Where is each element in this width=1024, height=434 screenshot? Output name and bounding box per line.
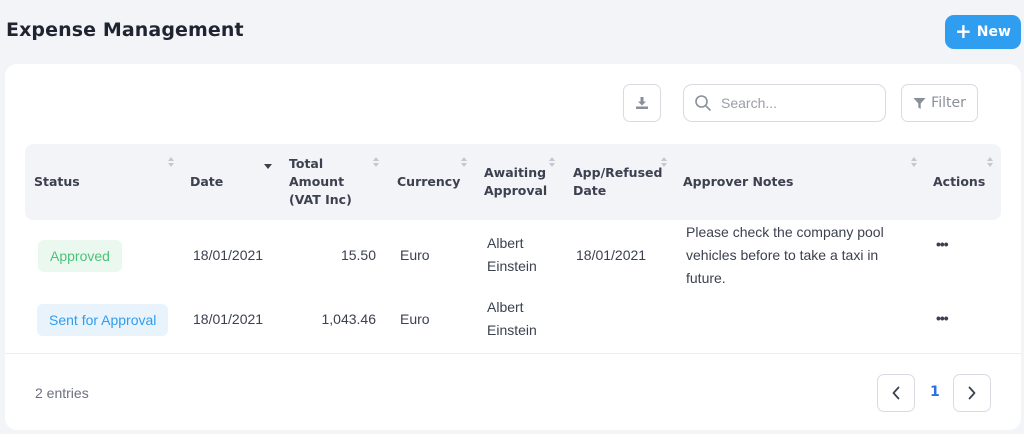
sort-icon[interactable] — [661, 157, 667, 167]
next-page-button[interactable] — [953, 374, 991, 412]
row-approver-notes: Please check the company pool vehicles b… — [686, 224, 884, 286]
divider — [5, 353, 1021, 354]
col-date[interactable]: Date — [190, 173, 223, 191]
expense-card: Filter Status Date Total Amount (VAT Inc… — [5, 64, 1021, 430]
sort-icon[interactable] — [987, 157, 993, 167]
col-approver-notes[interactable]: Approver Notes — [683, 173, 793, 191]
search-box — [683, 84, 886, 122]
table-header: Status Date Total Amount (VAT Inc) Curre… — [25, 144, 1001, 220]
page-number-current[interactable]: 1 — [930, 384, 940, 400]
filter-label: Filter — [931, 95, 966, 111]
more-actions-icon[interactable]: ••• — [936, 236, 949, 252]
more-actions-icon[interactable]: ••• — [936, 310, 949, 326]
entries-count: 2 entries — [35, 385, 89, 401]
col-app-refused-date[interactable]: App/Refused Date — [573, 164, 662, 200]
filter-button[interactable]: Filter — [901, 84, 978, 122]
row-date: 18/01/2021 — [193, 247, 264, 263]
col-currency[interactable]: Currency — [397, 173, 460, 191]
row-currency: Euro — [400, 247, 430, 263]
row-awaiting-approval: Albert Einstein — [487, 299, 537, 338]
sort-icon[interactable] — [549, 157, 555, 167]
status-badge: Approved — [38, 240, 122, 272]
row-date: 18/01/2021 — [193, 311, 264, 327]
col-actions: Actions — [933, 174, 986, 189]
col-status[interactable]: Status — [34, 173, 80, 191]
search-input[interactable] — [721, 95, 871, 111]
sort-icon[interactable] — [168, 157, 174, 167]
download-icon — [636, 97, 648, 109]
status-badge: Sent for Approval — [37, 304, 169, 336]
row-awaiting-approval: Albert Einstein — [487, 235, 537, 274]
sort-desc-icon[interactable] — [264, 164, 272, 169]
download-button[interactable] — [623, 84, 661, 122]
page-title: Expense Management — [6, 19, 244, 41]
sort-icon[interactable] — [461, 157, 467, 167]
chevron-right-icon — [968, 386, 976, 400]
chevron-left-icon — [892, 386, 900, 400]
plus-icon: + — [955, 19, 972, 43]
search-icon — [695, 95, 711, 111]
col-awaiting-approval[interactable]: Awaiting Approval — [484, 164, 547, 200]
prev-page-button[interactable] — [877, 374, 915, 412]
sort-icon[interactable] — [373, 157, 379, 167]
row-app-refused-date: 18/01/2021 — [576, 247, 647, 263]
row-amount: 15.50 — [340, 247, 376, 263]
new-button-label: New — [976, 24, 1011, 40]
col-total-amount[interactable]: Total Amount (VAT Inc) — [289, 155, 352, 209]
sort-icon[interactable] — [911, 157, 917, 167]
new-button[interactable]: + New — [945, 15, 1021, 49]
row-amount: 1,043.46 — [321, 311, 377, 327]
row-currency: Euro — [400, 311, 430, 327]
filter-icon — [913, 97, 926, 109]
